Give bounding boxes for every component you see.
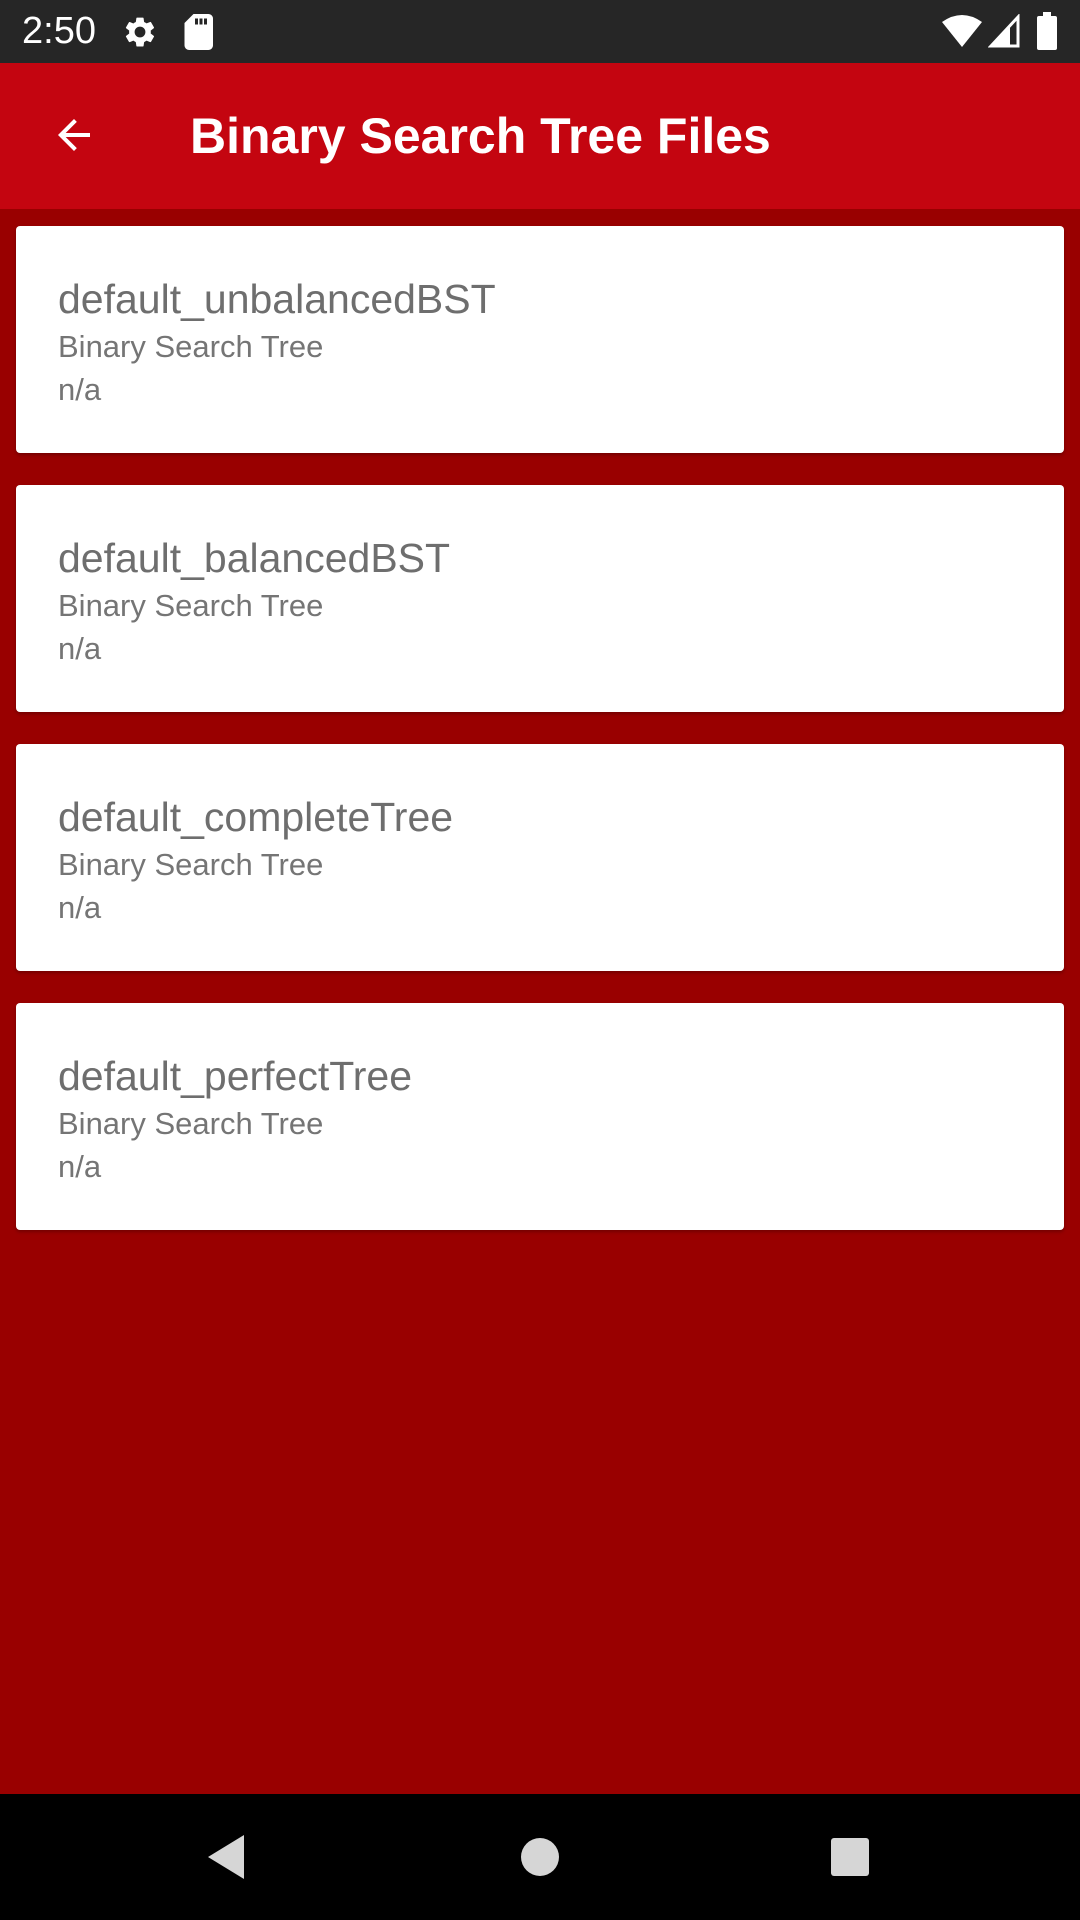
file-card[interactable]: default_completeTree Binary Search Tree … — [16, 744, 1064, 971]
home-circle-icon — [521, 1838, 559, 1876]
app-bar: Binary Search Tree Files — [0, 63, 1080, 209]
file-type: Binary Search Tree — [58, 588, 324, 623]
page-title: Binary Search Tree Files — [190, 108, 771, 164]
file-type: Binary Search Tree — [58, 847, 324, 882]
settings-gear-icon — [125, 17, 155, 47]
back-triangle-icon — [208, 1835, 244, 1879]
file-name: default_completeTree — [58, 794, 454, 840]
file-name: default_unbalancedBST — [58, 276, 496, 322]
recents-square-icon — [831, 1838, 869, 1876]
file-card[interactable]: default_balancedBST Binary Search Tree n… — [16, 485, 1064, 712]
file-name: default_balancedBST — [58, 535, 451, 581]
back-button[interactable] — [32, 93, 116, 177]
nav-back-button[interactable] — [186, 1817, 266, 1897]
file-name: default_perfectTree — [58, 1053, 413, 1099]
file-date: n/a — [58, 631, 102, 666]
file-list: default_unbalancedBST Binary Search Tree… — [16, 226, 1064, 1262]
battery-icon — [1037, 12, 1057, 50]
file-card[interactable]: default_perfectTree Binary Search Tree n… — [16, 1003, 1064, 1230]
nav-recents-button[interactable] — [810, 1817, 890, 1897]
cell-signal-icon — [988, 14, 1020, 48]
arrow-back-icon — [58, 119, 90, 151]
navigation-bar — [0, 1794, 1080, 1920]
file-date: n/a — [58, 1149, 102, 1184]
status-time: 2:50 — [22, 10, 96, 52]
status-bar: 2:50 — [0, 0, 1080, 63]
nav-home-button[interactable] — [500, 1817, 580, 1897]
file-date: n/a — [58, 372, 102, 407]
file-type: Binary Search Tree — [58, 329, 324, 364]
file-date: n/a — [58, 890, 102, 925]
file-card[interactable]: default_unbalancedBST Binary Search Tree… — [16, 226, 1064, 453]
sd-card-icon — [184, 14, 213, 50]
file-type: Binary Search Tree — [58, 1106, 324, 1141]
wifi-icon — [942, 15, 982, 47]
